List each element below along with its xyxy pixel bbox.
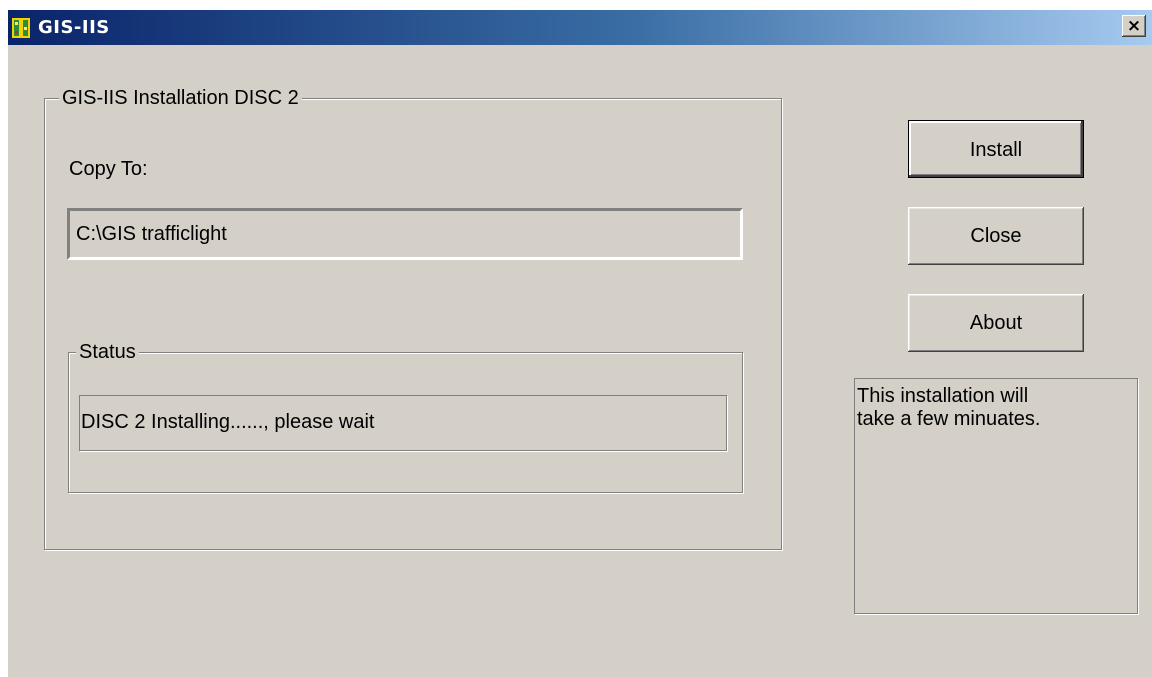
window-title: GIS-IIS	[38, 17, 110, 38]
info-text-box: This installation will take a few minuat…	[854, 378, 1138, 614]
status-message: DISC 2 Installing......, please wait	[79, 395, 727, 451]
close-button[interactable]: Close	[908, 207, 1084, 265]
about-button[interactable]: About	[908, 294, 1084, 352]
copy-to-label: Copy To:	[69, 158, 148, 180]
status-group-legend: Status	[76, 341, 139, 363]
installer-window: GIS-IIS × GIS-IIS Installation DISC 2 Co…	[8, 10, 1152, 677]
title-bar[interactable]: GIS-IIS ×	[8, 10, 1152, 45]
installation-group-legend: GIS-IIS Installation DISC 2	[59, 87, 302, 109]
copy-to-path-field[interactable]: C:\GIS trafficlight	[67, 208, 743, 260]
close-icon[interactable]: ×	[1122, 15, 1146, 37]
install-button[interactable]: Install	[908, 120, 1084, 178]
app-icon	[12, 18, 30, 38]
